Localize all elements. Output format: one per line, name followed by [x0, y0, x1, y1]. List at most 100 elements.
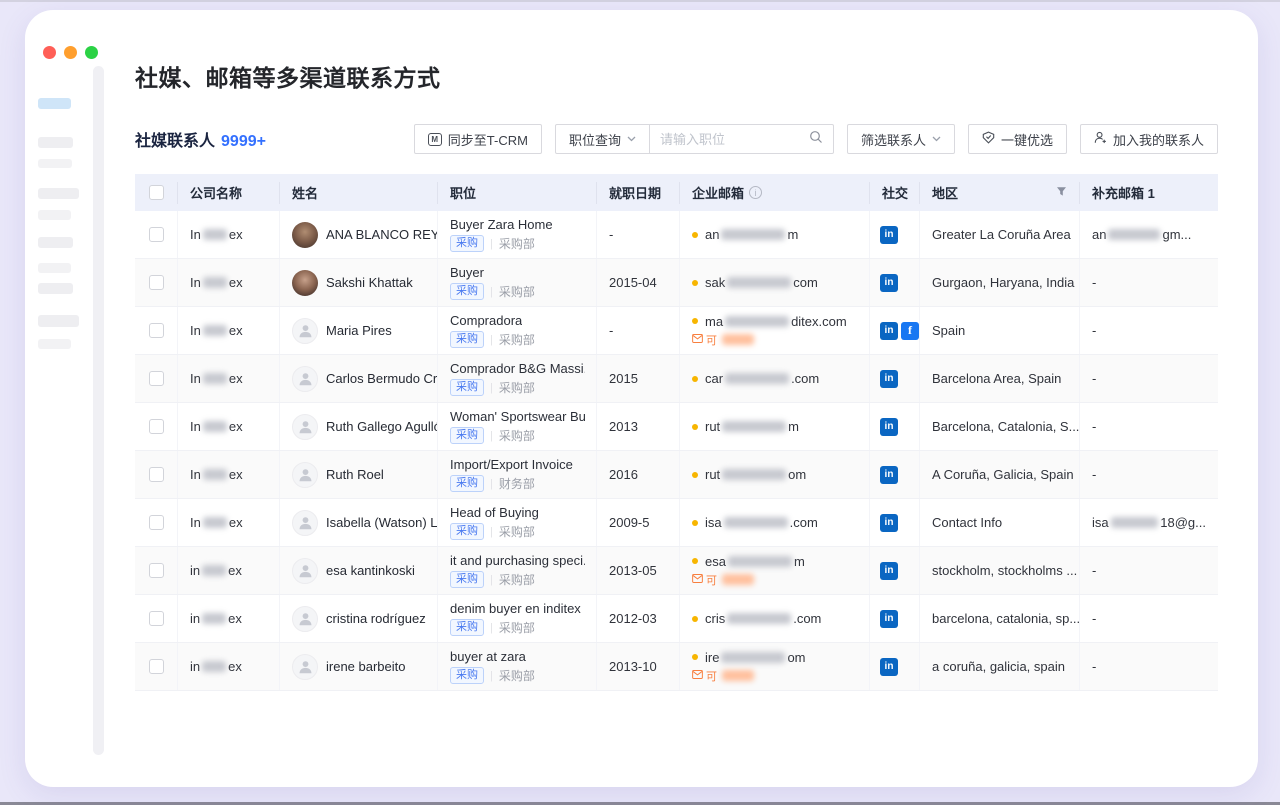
linkedin-icon[interactable]: in: [880, 274, 898, 292]
start-date: 2013-05: [597, 547, 680, 594]
column-header-start-date: 就职日期: [597, 182, 680, 204]
linkedin-icon[interactable]: in: [880, 226, 898, 244]
blurred-text: [203, 229, 227, 240]
avatar: [292, 606, 318, 632]
sidebar-skeleton-item: [38, 159, 72, 168]
column-header-name: 姓名: [280, 182, 438, 204]
linkedin-icon[interactable]: in: [880, 322, 898, 340]
email-status-dot: [692, 558, 698, 564]
badge-check-icon: [982, 131, 995, 147]
table-row: inex irene barbeito buyer at zara 采购 | 采…: [135, 643, 1218, 691]
department-label: 采购部: [499, 331, 535, 348]
sidebar-item-active[interactable]: [38, 98, 71, 109]
social-cell: in: [870, 211, 920, 258]
blurred-text: [203, 277, 227, 288]
company-name-suffix: ex: [228, 611, 242, 626]
sidebar-skeleton-item: [38, 237, 73, 248]
email-status-dot: [692, 654, 698, 660]
position-search-input[interactable]: [660, 132, 803, 147]
email-status-dot: [692, 424, 698, 430]
contact-name: Ruth Roel: [326, 467, 384, 482]
sync-to-crm-button[interactable]: M 同步至T-CRM: [414, 124, 542, 154]
linkedin-icon[interactable]: in: [880, 418, 898, 436]
avatar: [292, 270, 318, 296]
email-status-dot: [692, 280, 698, 286]
table-row: Inex ANA BLANCO REY Buyer Zara Home 采购 |…: [135, 211, 1218, 259]
role-badge: 采购: [450, 475, 484, 492]
blurred-text: [725, 316, 789, 327]
envelope-icon: [692, 574, 703, 586]
linkedin-icon[interactable]: in: [880, 658, 898, 676]
position-cell: Buyer 采购 | 采购部: [438, 259, 597, 306]
toolbar-actions: M 同步至T-CRM 职位查询: [414, 124, 1218, 154]
row-checkbox[interactable]: [149, 515, 164, 530]
role-badge: 采购: [450, 667, 484, 684]
extra-email: -: [1080, 643, 1218, 690]
blurred-text: [725, 373, 789, 384]
company-name-suffix: ex: [228, 563, 242, 578]
department-label: 采购部: [499, 235, 535, 252]
position-title: denim buyer en inditex: [450, 601, 581, 616]
position-title: buyer at zara: [450, 649, 526, 664]
sidebar-skeleton-item: [38, 188, 79, 199]
blurred-text: [728, 556, 792, 567]
name-cell: Ruth Gallego Agulló: [280, 403, 438, 450]
filter-contacts-label: 筛选联系人: [861, 130, 926, 149]
row-checkbox[interactable]: [149, 371, 164, 386]
social-cell: in: [870, 259, 920, 306]
region: A Coruña, Galicia, Spain: [920, 451, 1080, 498]
role-badge: 采购: [450, 283, 484, 300]
email-cell: esam 可: [680, 547, 870, 594]
position-title: Import/Export Invoice: [450, 457, 573, 472]
company-cell: Inex: [178, 451, 280, 498]
position-cell: Buyer Zara Home 采购 | 采购部: [438, 211, 597, 258]
linkedin-icon[interactable]: in: [880, 514, 898, 532]
blurred-text: [203, 373, 227, 384]
row-checkbox[interactable]: [149, 659, 164, 674]
table-row: Inex Ruth Roel Import/Export Invoice 采购 …: [135, 451, 1218, 499]
row-checkbox[interactable]: [149, 227, 164, 242]
filter-contacts-dropdown[interactable]: 筛选联系人: [847, 124, 955, 154]
linkedin-icon[interactable]: in: [880, 610, 898, 628]
row-checkbox[interactable]: [149, 419, 164, 434]
linkedin-icon[interactable]: in: [880, 466, 898, 484]
envelope-icon: [692, 670, 703, 682]
search-icon[interactable]: [809, 130, 823, 149]
email-status-dot: [692, 472, 698, 478]
row-checkbox[interactable]: [149, 275, 164, 290]
blurred-text: [1108, 229, 1160, 240]
social-cell: in: [870, 547, 920, 594]
email-status-dot: [692, 232, 698, 238]
name-cell: ANA BLANCO REY: [280, 211, 438, 258]
sidebar-skeleton-item: [38, 283, 73, 294]
email-status-dot: [692, 376, 698, 382]
meta-separator: |: [490, 478, 493, 490]
row-checkbox[interactable]: [149, 467, 164, 482]
company-name-prefix: In: [190, 275, 201, 290]
contact-name: Isabella (Watson) L...: [326, 515, 438, 530]
role-badge: 采购: [450, 235, 484, 252]
info-icon[interactable]: i: [749, 186, 762, 199]
position-title: Compradora: [450, 313, 522, 328]
add-to-my-contacts-button[interactable]: 加入我的联系人: [1080, 124, 1218, 154]
email-prefix: esa: [705, 554, 726, 569]
avatar: [292, 558, 318, 584]
row-checkbox[interactable]: [149, 563, 164, 578]
one-key-optimize-button[interactable]: 一键优选: [968, 124, 1067, 154]
social-cell: in: [870, 451, 920, 498]
position-query-dropdown[interactable]: 职位查询: [555, 124, 650, 154]
social-cell: in: [870, 595, 920, 642]
company-cell: inex: [178, 595, 280, 642]
select-all-checkbox[interactable]: [149, 185, 164, 200]
column-header-company-email: 企业邮箱 i: [680, 182, 870, 204]
funnel-icon[interactable]: [1056, 185, 1067, 200]
row-checkbox[interactable]: [149, 611, 164, 626]
department-label: 采购部: [499, 667, 535, 684]
row-checkbox[interactable]: [149, 323, 164, 338]
contact-name: Ruth Gallego Agulló: [326, 419, 438, 434]
name-cell: irene barbeito: [280, 643, 438, 690]
extra-email: -: [1080, 259, 1218, 306]
linkedin-icon[interactable]: in: [880, 562, 898, 580]
linkedin-icon[interactable]: in: [880, 370, 898, 388]
facebook-icon[interactable]: f: [901, 322, 919, 340]
